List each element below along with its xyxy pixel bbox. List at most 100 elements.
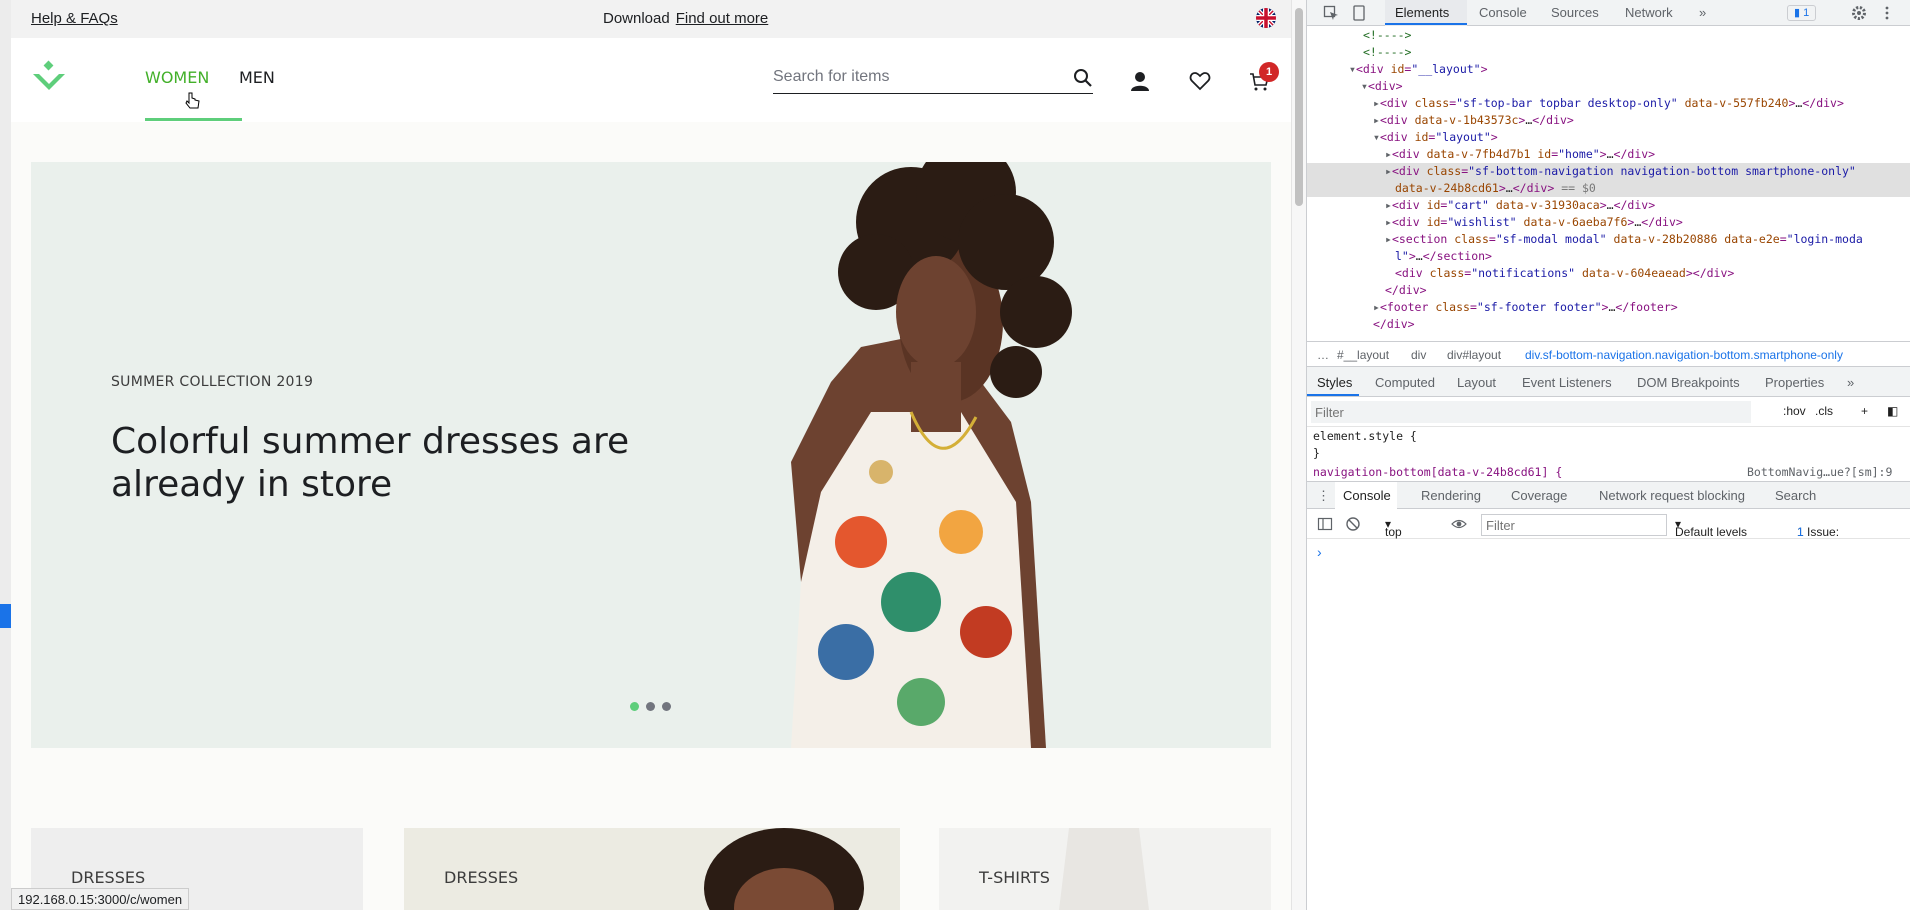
drawer-tab-request-blocking[interactable]: Network request blocking — [1599, 488, 1745, 503]
help-faqs-link[interactable]: Help & FAQs — [31, 10, 118, 27]
nav-men[interactable]: MEN — [239, 68, 275, 87]
dom-line[interactable]: <div class="notifications" data-v-604eae… — [1307, 265, 1910, 282]
hero-dot-2[interactable] — [646, 702, 655, 711]
hero-dot-3[interactable] — [662, 702, 671, 711]
breadcrumb: … #__layout div div#layout div.sf-bottom… — [1307, 341, 1910, 367]
breadcrumb-selected[interactable]: div.sf-bottom-navigation.navigation-bott… — [1525, 348, 1843, 362]
tab-computed[interactable]: Computed — [1375, 375, 1435, 390]
dom-line[interactable]: ▾<div> — [1307, 78, 1910, 95]
account-icon[interactable] — [1129, 70, 1151, 92]
tab-network[interactable]: Network — [1625, 5, 1673, 20]
tab-elements[interactable]: Elements — [1395, 5, 1449, 20]
dom-line-selected[interactable]: ▸<div class="sf-bottom-navigation naviga… — [1307, 163, 1910, 197]
css-rule-source[interactable]: BottomNavig…ue?[sm]:9 — [1747, 465, 1892, 479]
hov-toggle[interactable]: :hov — [1783, 404, 1806, 418]
issue-count: 1 — [1803, 7, 1810, 19]
more-style-tabs-icon[interactable]: » — [1847, 375, 1854, 390]
hero-banner[interactable]: SUMMER COLLECTION 2019 Colorful summer d… — [31, 162, 1271, 748]
left-edge-strip — [0, 0, 11, 910]
dom-tree[interactable]: <!----> <!----> ▾<div id="__layout"> ▾<d… — [1307, 27, 1910, 341]
dom-line[interactable]: <!----> — [1307, 27, 1910, 44]
category-label: DRESSES — [71, 868, 146, 887]
page-scrollbar-thumb[interactable] — [1295, 8, 1303, 206]
drawer-tab-console[interactable]: Console — [1343, 488, 1391, 503]
tab-layout[interactable]: Layout — [1457, 375, 1496, 390]
category-card-tshirts[interactable]: T-SHIRTS — [939, 828, 1271, 910]
dom-line[interactable]: ▸<div id="wishlist" data-v-6aeba7f6>…</d… — [1307, 214, 1910, 231]
tab-sources[interactable]: Sources — [1551, 5, 1599, 20]
dom-line[interactable]: ▾<div id="layout"> — [1307, 129, 1910, 146]
clear-console-icon[interactable] — [1345, 516, 1361, 532]
tab-event-listeners[interactable]: Event Listeners — [1522, 375, 1612, 390]
dom-line[interactable]: ▸<div data-v-1b43573c>…</div> — [1307, 112, 1910, 129]
drawer-menu-icon[interactable]: ⋮ — [1317, 488, 1330, 504]
styles-filter-input[interactable] — [1311, 401, 1751, 423]
inspect-element-icon[interactable] — [1323, 5, 1339, 21]
tab-properties[interactable]: Properties — [1765, 375, 1824, 390]
dom-line[interactable]: ▸<section class="sf-modal modal" data-v-… — [1307, 231, 1910, 265]
log-levels-label: Default levels — [1675, 525, 1748, 539]
uk-flag-icon[interactable] — [1256, 8, 1276, 28]
find-out-more-link[interactable]: Find out more — [676, 10, 769, 27]
cart-count-badge: 1 — [1259, 62, 1279, 82]
download-promo: Download Find out more — [603, 10, 768, 27]
dom-line[interactable]: ▸<footer class="sf-footer footer">…</foo… — [1307, 299, 1910, 316]
dom-line[interactable]: <!----> — [1307, 44, 1910, 61]
hero-pagination — [630, 698, 678, 716]
page-scrollbar[interactable] — [1291, 0, 1306, 910]
dom-line[interactable]: ▾<div id="__layout"> — [1307, 61, 1910, 78]
context-selector[interactable]: top ▾ — [1385, 517, 1402, 539]
wishlist-heart-icon[interactable] — [1189, 70, 1211, 92]
log-levels-dropdown[interactable]: Default levels ▾ — [1675, 517, 1747, 539]
device-toolbar-icon[interactable] — [1351, 5, 1367, 21]
styles-filter-row: :hov .cls + ◧ — [1307, 397, 1910, 427]
styles-pane-tabs: Styles Computed Layout Event Listeners D… — [1307, 367, 1910, 397]
issues-counter[interactable]: ▮ 1 — [1787, 5, 1817, 21]
tab-console[interactable]: Console — [1479, 5, 1527, 20]
drawer-tab-coverage[interactable]: Coverage — [1511, 488, 1567, 503]
breadcrumb-div-layout[interactable]: div#layout — [1447, 348, 1501, 362]
dom-line[interactable]: ▸<div data-v-7fb4d7b1 id="home">…</div> — [1307, 146, 1910, 163]
site-header: WOMEN MEN 1 — [11, 38, 1291, 122]
more-tabs-icon[interactable]: » — [1699, 5, 1706, 20]
styles-tab-underline — [1307, 394, 1359, 396]
top-bar: Help & FAQs Download Find out more — [11, 0, 1291, 38]
breadcrumb-ellipsis[interactable]: … — [1317, 348, 1329, 362]
search-icon[interactable] — [1073, 68, 1093, 88]
toggle-sidebar-icon[interactable]: ◧ — [1887, 404, 1898, 418]
context-label: top — [1385, 525, 1402, 539]
link-status-bubble: 192.168.0.15:3000/c/women — [11, 888, 190, 910]
console-sidebar-icon[interactable] — [1317, 516, 1333, 532]
console-prompt[interactable]: › — [1317, 544, 1322, 560]
new-style-rule-icon[interactable]: + — [1861, 404, 1868, 418]
dom-line[interactable]: </div> — [1307, 282, 1910, 299]
hand-pointer-cursor-icon — [183, 91, 203, 111]
dom-line[interactable]: ▸<div id="cart" data-v-31930aca>…</div> — [1307, 197, 1910, 214]
dom-line[interactable]: </div> — [1307, 316, 1910, 333]
category-label: T-SHIRTS — [979, 868, 1050, 887]
tab-dom-breakpoints[interactable]: DOM Breakpoints — [1637, 375, 1740, 390]
css-rule-selector[interactable]: navigation-bottom[data-v-24b8cd61] { — [1313, 465, 1562, 479]
styles-rules: element.style { } navigation-bottom[data… — [1307, 427, 1910, 481]
console-filter-input[interactable] — [1481, 514, 1667, 536]
settings-gear-icon[interactable] — [1851, 5, 1867, 21]
more-options-icon[interactable] — [1879, 5, 1895, 21]
drawer-tab-search[interactable]: Search — [1775, 488, 1816, 503]
storefront-logo[interactable] — [31, 60, 67, 96]
drawer-tab-rendering[interactable]: Rendering — [1421, 488, 1481, 503]
dom-line[interactable]: ▸<div class="sf-top-bar topbar desktop-o… — [1307, 95, 1910, 112]
breadcrumb-div[interactable]: div — [1411, 348, 1426, 362]
cls-toggle[interactable]: .cls — [1815, 404, 1833, 418]
element-style-rule[interactable]: element.style { — [1313, 429, 1417, 443]
breadcrumb-layout[interactable]: #__layout — [1337, 348, 1389, 362]
hero-title: Colorful summer dresses are already in s… — [111, 421, 630, 505]
nav-women[interactable]: WOMEN — [145, 68, 209, 87]
category-label: DRESSES — [444, 868, 519, 887]
tab-styles[interactable]: Styles — [1317, 375, 1352, 390]
search-input[interactable] — [773, 62, 1053, 92]
issue-chat-icon: ▮ — [1794, 7, 1801, 19]
hero-eyebrow: SUMMER COLLECTION 2019 — [111, 374, 314, 390]
live-expression-eye-icon[interactable] — [1451, 516, 1467, 532]
category-card-dresses-2[interactable]: DRESSES — [404, 828, 900, 910]
hero-dot-1[interactable] — [630, 702, 639, 711]
